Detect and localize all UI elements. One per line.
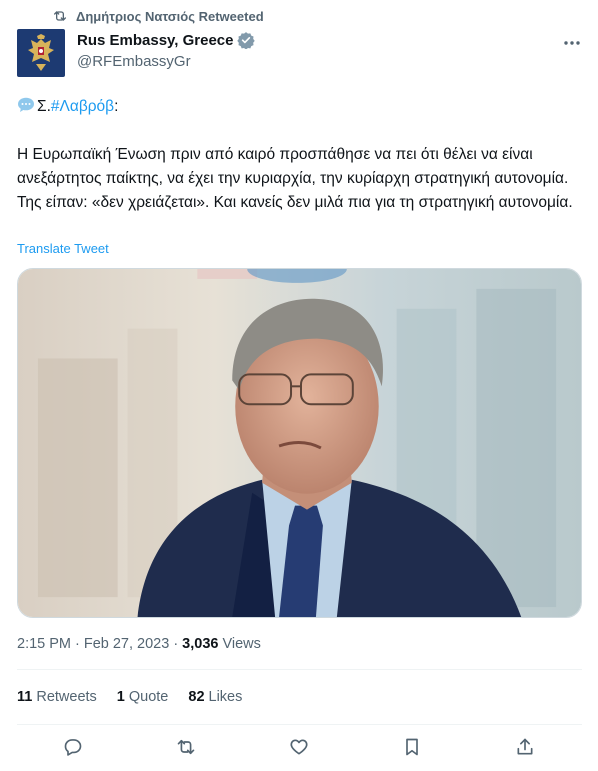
likes-count: 82	[188, 689, 205, 705]
retweets-label: Retweets	[36, 689, 97, 705]
likes-label: Likes	[208, 689, 243, 705]
reply-icon	[64, 739, 82, 756]
share-icon	[517, 738, 533, 755]
coat-of-arms-icon	[28, 34, 54, 71]
photo-image	[18, 269, 581, 617]
like-icon	[290, 739, 308, 755]
verified-badge-icon[interactable]	[237, 31, 256, 49]
quotes-label: Quote	[128, 689, 169, 705]
retweet-label: Retweeted	[198, 8, 264, 24]
views-label: Views	[222, 636, 261, 652]
likes-stat[interactable]: 82 Likes	[188, 689, 242, 705]
tweet-photo[interactable]	[17, 268, 582, 618]
views-count: 3,036	[182, 636, 219, 652]
share-button[interactable]	[515, 737, 537, 759]
avatar[interactable]	[17, 29, 65, 77]
quotes-stat[interactable]: 1 Quote	[117, 689, 169, 705]
tweet-body: Η Ευρωπαϊκή Ένωση πριν από καιρό προσπάθ…	[17, 146, 573, 211]
tweet-meta: 2:15 PM · Feb 27, 2023 · 3,036 Views	[17, 636, 261, 652]
hashtag-link[interactable]: #Λαβρόβ	[51, 98, 114, 115]
engagement-stats: 11 Retweets 1 Quote 82 Likes	[17, 689, 242, 705]
tweet-prefix-colon: :	[114, 98, 119, 115]
bookmark-icon	[406, 738, 418, 756]
tweet-prefix: Σ.	[37, 98, 51, 115]
more-options-icon[interactable]	[562, 33, 582, 53]
retweets-stat[interactable]: 11 Retweets	[17, 689, 97, 705]
author-handle[interactable]: @RFEmbassyGr	[77, 53, 255, 70]
like-button[interactable]	[289, 737, 311, 759]
retweet-button[interactable]	[176, 737, 198, 759]
retweet-icon	[54, 11, 66, 21]
translate-tweet-link[interactable]: Translate Tweet	[17, 241, 109, 256]
author-block: Rus Embassy, Greece @RFEmbassyGr	[77, 31, 256, 70]
reply-button[interactable]	[63, 737, 85, 759]
tweet-time[interactable]: 2:15 PM	[17, 636, 71, 652]
bookmark-button[interactable]	[402, 737, 424, 759]
action-bar	[0, 737, 598, 759]
retweet-context[interactable]: Δημήτριος Νατσιός Retweeted	[52, 8, 264, 24]
retweeter-name[interactable]: Δημήτριος Νατσιός	[76, 9, 195, 24]
meta-separator: ·	[75, 636, 80, 652]
speech-balloon-icon	[18, 97, 34, 112]
divider	[17, 724, 582, 725]
divider	[17, 669, 582, 670]
retweets-count: 11	[17, 689, 33, 705]
tweet-text: Σ.#Λαβρόβ: Η Ευρωπαϊκή Ένωση πριν από κα…	[17, 95, 582, 215]
quotes-count: 1	[116, 689, 125, 705]
retweet-icon	[177, 739, 195, 755]
author-display-name[interactable]: Rus Embassy, Greece	[77, 32, 233, 49]
tweet-date[interactable]: Feb 27, 2023	[84, 636, 169, 652]
meta-separator-2: ·	[173, 636, 179, 652]
